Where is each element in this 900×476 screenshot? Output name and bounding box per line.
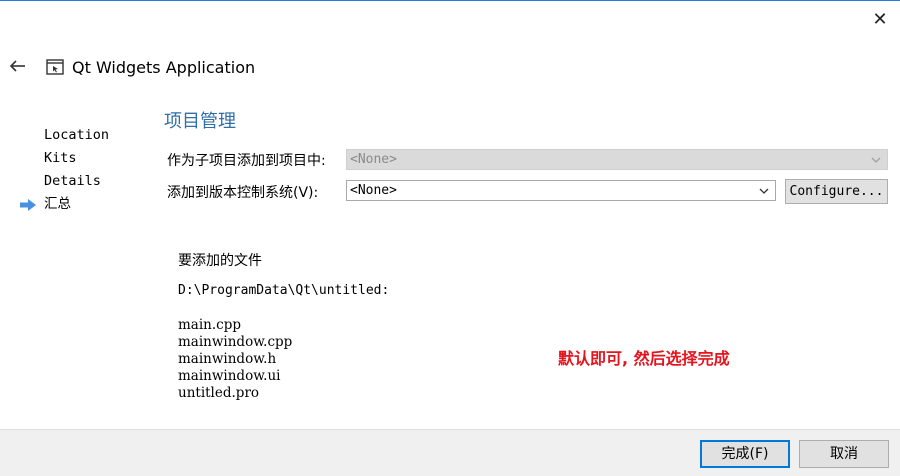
file-item: mainwindow.cpp — [178, 334, 293, 350]
annotation-note: 默认即可, 然后选择完成 — [558, 349, 730, 368]
nav-item-location: Location — [20, 124, 150, 147]
close-button[interactable]: ✕ — [866, 6, 894, 32]
qt-widgets-app-icon — [46, 59, 64, 75]
nav-item-summary: 汇总 — [20, 193, 150, 216]
configure-button[interactable]: Configure... — [785, 179, 888, 204]
cancel-button[interactable]: 取消 — [799, 440, 889, 468]
subproject-combo-value: <None> — [350, 152, 397, 167]
nav-item-label: 汇总 — [44, 196, 71, 212]
back-arrow-icon[interactable] — [8, 56, 28, 76]
nav-item-label: Details — [44, 173, 101, 189]
chevron-down-icon — [759, 188, 769, 194]
wizard-steps-nav: Location Kits Details 汇总 — [20, 124, 150, 216]
file-item: main.cpp — [178, 317, 241, 333]
finish-button[interactable]: 完成(F) — [700, 440, 790, 468]
files-path: D:\ProgramData\Qt\untitled: — [178, 283, 390, 298]
chevron-down-icon — [871, 157, 881, 163]
nav-item-label: Kits — [44, 150, 77, 166]
window-top-border — [0, 0, 900, 1]
file-item: mainwindow.ui — [178, 368, 281, 384]
subproject-combo: <None> — [346, 149, 888, 170]
files-heading: 要添加的文件 — [178, 253, 262, 269]
nav-item-label: Location — [44, 127, 110, 143]
current-step-arrow-icon — [20, 199, 36, 211]
wizard-footer: 完成(F) 取消 — [0, 429, 900, 476]
vcs-combo[interactable]: <None> — [346, 180, 776, 201]
nav-item-details: Details — [20, 170, 150, 193]
page-title: 项目管理 — [164, 111, 236, 132]
vcs-label: 添加到版本控制系统(V): — [167, 185, 319, 201]
file-item: mainwindow.h — [178, 351, 277, 367]
subproject-label: 作为子项目添加到项目中: — [167, 153, 326, 169]
window-title: Qt Widgets Application — [72, 58, 256, 77]
wizard-header: Qt Widgets Application — [0, 50, 900, 86]
nav-item-kits: Kits — [20, 147, 150, 170]
files-list: main.cpp mainwindow.cpp mainwindow.h mai… — [178, 317, 292, 402]
file-item: untitled.pro — [178, 385, 260, 401]
vcs-combo-value: <None> — [350, 183, 397, 198]
close-icon: ✕ — [872, 8, 888, 30]
